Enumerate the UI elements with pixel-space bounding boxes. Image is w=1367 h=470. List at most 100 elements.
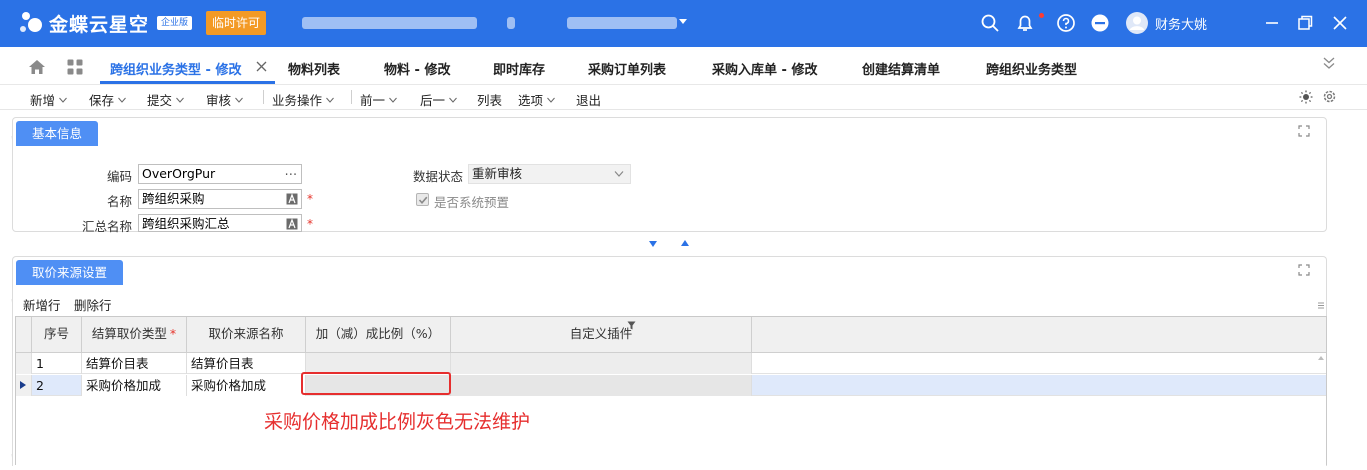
grid-header: 序号 结算取价类型 * 取价来源名称 加（减）成比例（%） 自定义插件: [16, 317, 1326, 353]
tab-cross-org-type-edit[interactable]: 跨组织业务类型 - 修改: [110, 59, 241, 78]
tab-cross-org-type[interactable]: 跨组织业务类型: [986, 59, 1077, 78]
cell-price-source-name: 采购价格加成: [187, 375, 306, 396]
chevron-down-icon: [235, 97, 243, 103]
new-button[interactable]: 新增: [30, 90, 67, 109]
restore-icon[interactable]: [1295, 13, 1315, 33]
gear-icon[interactable]: [1322, 89, 1337, 104]
delete-row-button[interactable]: 删除行: [74, 295, 112, 314]
tab-material-list[interactable]: 物料列表: [288, 59, 340, 78]
filter-icon[interactable]: [627, 321, 636, 330]
search-icon[interactable]: [980, 13, 1000, 33]
kingdee-logo-icon: [20, 12, 42, 32]
more-icon[interactable]: [1090, 13, 1110, 33]
price-source-grid: 序号 结算取价类型 * 取价来源名称 加（减）成比例（%） 自定义插件 1 结算价…: [15, 316, 1327, 465]
org-selector-redacted[interactable]: [302, 13, 678, 33]
tab-purchase-order-list[interactable]: 采购订单列表: [588, 59, 666, 78]
minimize-icon[interactable]: [1262, 13, 1282, 33]
form-toolbar: 新增 保存 提交 审核 业务操作 前一 后一 列表 选项 退出: [0, 85, 1367, 110]
notification-dot: [1039, 13, 1044, 18]
tab-instant-inventory[interactable]: 即时库存: [493, 59, 545, 78]
help-icon[interactable]: [1056, 13, 1076, 33]
app-logo-text: 金蝶云星空: [49, 14, 150, 36]
save-button[interactable]: 保存: [89, 90, 126, 109]
submit-label: 提交: [147, 93, 173, 108]
apps-grid-icon[interactable]: [67, 59, 83, 75]
close-icon[interactable]: [1330, 13, 1350, 33]
table-row-selected[interactable]: 2 采购价格加成 采购价格加成: [16, 375, 1326, 396]
user-name[interactable]: 财务大姚: [1155, 14, 1207, 33]
name-label: 名称: [106, 194, 132, 209]
summary-field[interactable]: 跨组织采购汇总: [138, 214, 302, 232]
cell-settle-price-type[interactable]: 采购价格加成: [82, 375, 187, 396]
row-indicator: [16, 353, 32, 374]
double-chevron-down-icon[interactable]: [1322, 56, 1336, 70]
multilang-icon[interactable]: [286, 193, 298, 205]
audit-label: 审核: [206, 93, 232, 108]
tab-material-edit[interactable]: 物料 - 修改: [384, 59, 450, 78]
col-custom-plugin[interactable]: 自定义插件: [451, 317, 752, 353]
ellipsis-icon[interactable]: ⋯: [285, 165, 298, 183]
system-preset-label: 是否系统预置: [434, 195, 510, 210]
required-mark: *: [307, 217, 313, 231]
options-label: 选项: [518, 93, 544, 108]
current-row-arrow-icon: [20, 381, 26, 389]
cell-custom-plugin: [451, 353, 752, 374]
submit-button[interactable]: 提交: [147, 90, 184, 109]
code-field[interactable]: OverOrgPur ⋯: [138, 164, 302, 184]
checkmark-icon: [418, 196, 428, 205]
menu-lines-icon[interactable]: [1317, 301, 1325, 309]
edition-badge: 企业版: [157, 16, 193, 30]
col-custom-plugin-label: 自定义插件: [569, 326, 633, 341]
row-indicator: [16, 375, 32, 396]
list-button[interactable]: 列表: [477, 90, 502, 109]
system-preset-checkbox[interactable]: [416, 193, 429, 206]
next-label: 后一: [420, 93, 446, 108]
col-seq[interactable]: 序号: [32, 317, 82, 353]
tab-purchase-receipt-edit[interactable]: 采购入库单 - 修改: [712, 59, 817, 78]
table-row[interactable]: 1 结算价目表 结算价目表: [16, 353, 1326, 374]
options-button[interactable]: 选项: [518, 90, 555, 109]
add-row-button[interactable]: 新增行: [23, 295, 61, 314]
status-label: 数据状态: [412, 169, 463, 184]
avatar[interactable]: [1125, 11, 1149, 35]
col-price-source-name[interactable]: 取价来源名称: [187, 317, 306, 353]
cell-markup-ratio: [306, 353, 451, 374]
scrollbar[interactable]: [1316, 354, 1326, 464]
audit-button[interactable]: 审核: [206, 90, 243, 109]
collapse-up-icon[interactable]: [681, 240, 689, 246]
name-field[interactable]: 跨组织采购: [138, 189, 302, 209]
bell-icon[interactable]: [1015, 13, 1035, 33]
business-ops-label: 业务操作: [272, 93, 323, 108]
highlight-box: [301, 372, 451, 395]
next-button[interactable]: 后一: [420, 90, 457, 109]
basic-info-title: 基本信息: [16, 121, 99, 146]
license-badge[interactable]: 临时许可: [206, 11, 267, 35]
col-settle-price-type[interactable]: 结算取价类型 *: [82, 317, 187, 353]
exit-button[interactable]: 退出: [576, 90, 601, 109]
business-ops-button[interactable]: 业务操作: [272, 90, 334, 109]
required-mark: *: [169, 326, 177, 341]
brightness-icon[interactable]: [1299, 90, 1313, 104]
expand-icon[interactable]: [1298, 264, 1310, 276]
col-settle-price-type-label: 结算取价类型: [91, 326, 167, 341]
multilang-icon[interactable]: [286, 218, 298, 230]
status-select[interactable]: 重新审核: [468, 164, 631, 184]
code-label: 编码: [106, 169, 132, 184]
chevron-down-icon[interactable]: [678, 16, 688, 26]
tab-close-icon[interactable]: [256, 61, 267, 72]
home-icon[interactable]: [28, 59, 46, 75]
chevron-down-icon: [547, 97, 555, 103]
col-markup-ratio[interactable]: 加（减）成比例（%）: [306, 317, 451, 353]
expand-icon[interactable]: [1298, 125, 1310, 137]
grid-corner: [16, 317, 32, 353]
tab-create-settlement[interactable]: 创建结算清单: [862, 59, 940, 78]
cell-settle-price-type[interactable]: 结算价目表: [82, 353, 187, 374]
previous-button[interactable]: 前一: [360, 90, 397, 109]
active-tab-indicator: [100, 81, 275, 84]
chevron-down-icon: [176, 97, 184, 103]
name-value: 跨组织采购: [142, 191, 205, 206]
collapse-down-icon[interactable]: [649, 241, 657, 247]
price-source-title: 取价来源设置: [16, 260, 124, 285]
summary-value: 跨组织采购汇总: [142, 216, 230, 231]
chevron-down-icon: [614, 171, 624, 177]
